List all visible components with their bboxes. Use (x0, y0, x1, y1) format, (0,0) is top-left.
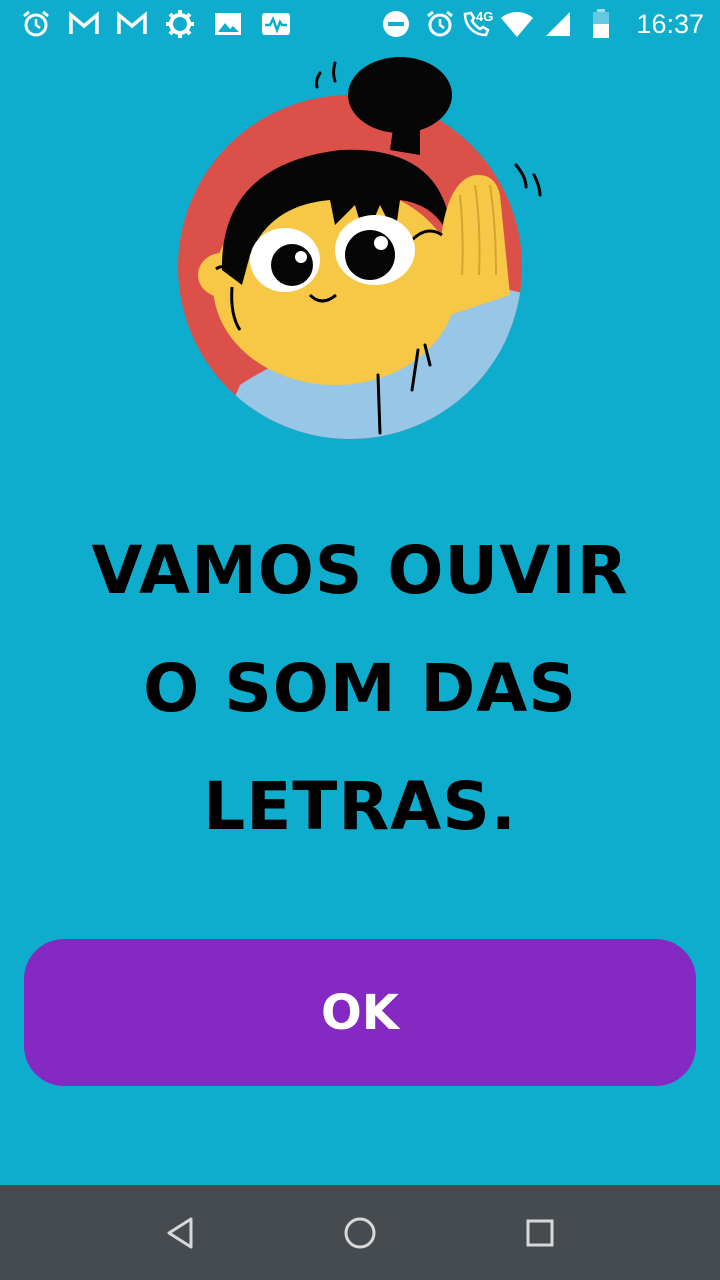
do-not-disturb-icon (383, 11, 409, 37)
status-time: 16:37 (636, 9, 704, 39)
recents-icon (526, 1219, 554, 1247)
settings-icon (166, 10, 194, 38)
ok-button[interactable]: OK (24, 939, 696, 1086)
girl-listening-illustration (178, 57, 542, 439)
back-icon (167, 1217, 193, 1249)
network-type-label: 4G (476, 9, 494, 24)
image-icon (215, 13, 241, 35)
activity-icon (262, 13, 290, 35)
gmail-icon (69, 11, 99, 34)
recents-button[interactable] (518, 1211, 562, 1255)
status-bar: 4G 16:37 (0, 0, 720, 50)
headline-line-2: O SOM DAS (143, 650, 577, 727)
back-button[interactable] (158, 1211, 202, 1255)
wifi-icon (501, 12, 533, 37)
alarm-icon (23, 10, 49, 37)
battery-icon (593, 9, 609, 38)
navigation-bar (0, 1185, 720, 1280)
headline-line-3: LETRAS. (203, 768, 517, 845)
home-button[interactable] (338, 1211, 382, 1255)
headline-line-1: VAMOS OUVIR (91, 532, 629, 609)
home-icon (344, 1217, 376, 1249)
gmail-icon (117, 11, 147, 34)
screen: 4G 16:37 VAMOS OUVIR O SOM DAS LETRAS. O… (0, 0, 720, 1280)
headline: VAMOS OUVIR O SOM DAS LETRAS. (40, 512, 680, 866)
alarm-icon (427, 10, 453, 37)
signal-icon (546, 12, 570, 36)
